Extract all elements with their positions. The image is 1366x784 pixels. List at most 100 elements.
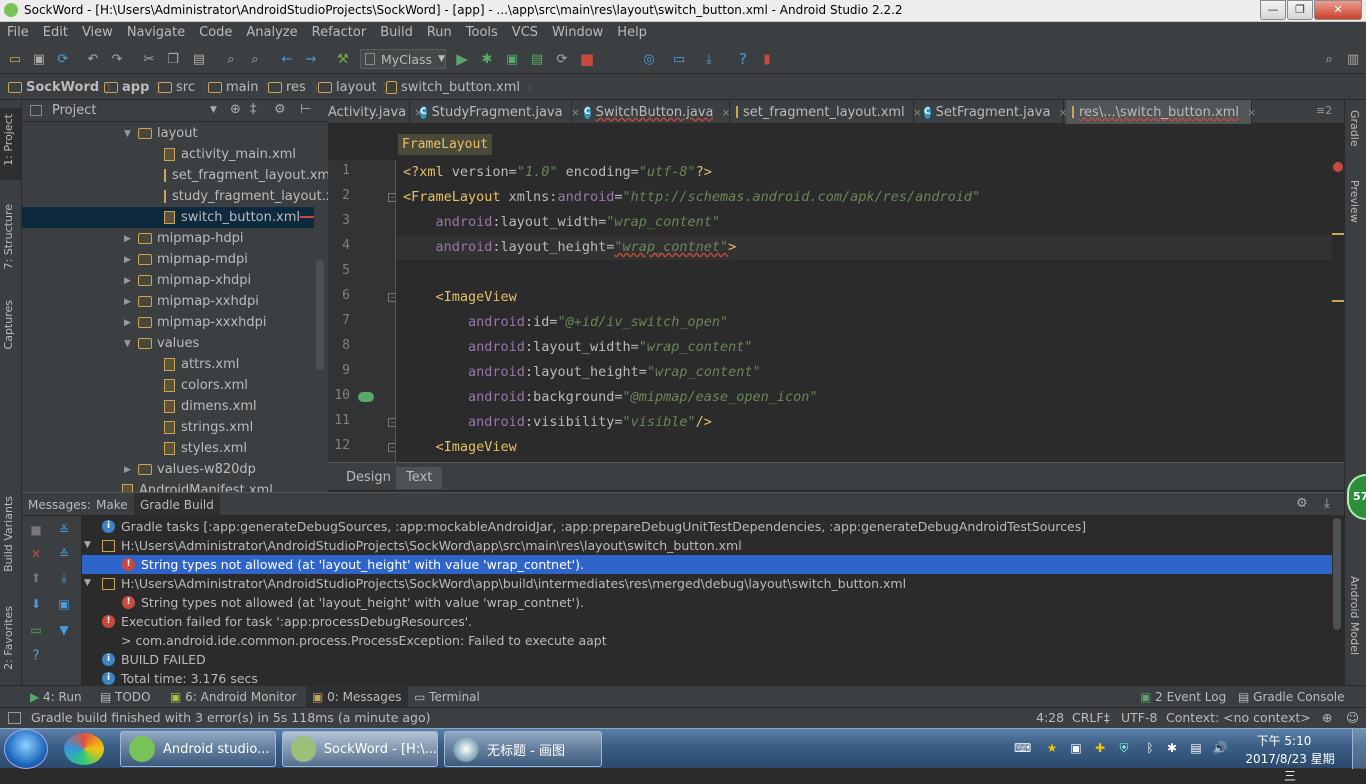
- error-indicator-icon[interactable]: [1333, 162, 1343, 172]
- chevron-right-icon[interactable]: ▶: [124, 255, 138, 265]
- taskbar-paint[interactable]: 无标题 - 画图: [444, 731, 602, 767]
- pinned-app-icon[interactable]: [64, 733, 104, 765]
- tree-folder[interactable]: ▶ mipmap-mdpi: [22, 249, 314, 270]
- tree-file[interactable]: colors.xml: [22, 375, 314, 396]
- menu-edit[interactable]: Edit: [36, 22, 75, 44]
- autoscroll-icon[interactable]: ▣: [50, 594, 78, 614]
- breadcrumb-res[interactable]: res 〉: [268, 78, 325, 97]
- gear-icon[interactable]: ⚙: [274, 102, 286, 117]
- network-icon[interactable]: ▤: [1188, 741, 1204, 757]
- tree-file[interactable]: dimens.xml: [22, 396, 314, 417]
- run-config-dropdown[interactable]: MyClass ▼: [360, 49, 446, 69]
- tree-folder[interactable]: ▼ layout: [22, 123, 314, 144]
- breadcrumb-layout[interactable]: layout 〉: [318, 78, 396, 97]
- paste-icon[interactable]: ▤: [190, 50, 208, 68]
- menu-refactor[interactable]: Refactor: [305, 22, 374, 44]
- tree-file[interactable]: attrs.xml: [22, 354, 314, 375]
- lock-icon[interactable]: ⊕: [1322, 710, 1332, 725]
- menu-view[interactable]: View: [75, 22, 120, 44]
- bluetooth-icon[interactable]: ᛒ: [1142, 741, 1158, 757]
- project-panel-title[interactable]: Project: [52, 103, 96, 118]
- sdk-manager-icon[interactable]: ◎: [640, 50, 658, 68]
- collapse-all-icon[interactable]: ‡: [250, 102, 257, 117]
- collapse-all-icon[interactable]: ≙: [50, 544, 78, 564]
- redo-icon[interactable]: ↷: [108, 50, 126, 68]
- caret-position[interactable]: 4:28: [1036, 710, 1064, 725]
- tab-activity-java[interactable]: Activity.java ×: [328, 100, 423, 124]
- tab-messages[interactable]: ▣ 0: Messages: [306, 686, 408, 708]
- tab-event-log[interactable]: ▣ 2 Event Log: [1134, 686, 1232, 708]
- scroll-from-source-icon[interactable]: ⊕: [230, 102, 241, 117]
- tabs-overflow-button[interactable]: ≡2: [1316, 104, 1332, 117]
- chevron-down-icon[interactable]: ▼: [210, 105, 217, 115]
- start-button[interactable]: [4, 729, 48, 769]
- code-editor[interactable]: <?xml version="1.0" encoding="utf-8"?> <F…: [396, 160, 1332, 462]
- tab-switch-button-xml[interactable]: res\...\switch_button.xml ×: [1066, 100, 1256, 124]
- tree-folder[interactable]: ▶ mipmap-hdpi: [22, 228, 314, 249]
- tree-file[interactable]: activity_main.xml: [22, 144, 314, 165]
- line-separator[interactable]: CRLF‡: [1072, 710, 1110, 725]
- tab-set-fragment-layout-xml[interactable]: set_fragment_layout.xml ×: [730, 100, 922, 124]
- apply-changes-icon[interactable]: ⟳: [553, 50, 571, 68]
- breadcrumb-src[interactable]: src 〉: [158, 78, 214, 97]
- menu-tools[interactable]: Tools: [459, 22, 505, 44]
- tab-gradle-console[interactable]: ▤ Gradle Console: [1232, 686, 1351, 708]
- help-icon[interactable]: ?: [734, 50, 752, 68]
- hector-icon[interactable]: ☺: [1346, 710, 1359, 725]
- hide-panel-icon[interactable]: ⤓: [1324, 496, 1330, 511]
- taskbar-time[interactable]: 下午 5:10: [1244, 732, 1324, 749]
- message-row[interactable]: ▼ H:\Users\Administrator\AndroidStudioPro…: [82, 536, 1332, 555]
- menu-file[interactable]: File: [0, 22, 36, 44]
- tab-gradle[interactable]: Gradle: [1348, 110, 1361, 147]
- help-icon[interactable]: ?: [22, 646, 50, 666]
- close-button[interactable]: ✕: [1314, 0, 1362, 20]
- close-icon[interactable]: ✕: [22, 544, 50, 564]
- menu-analyze[interactable]: Analyze: [239, 22, 304, 44]
- gear-icon[interactable]: ⚙: [1296, 496, 1308, 511]
- settings-icon[interactable]: ▥: [1344, 50, 1362, 68]
- star-icon[interactable]: ★: [1044, 741, 1060, 757]
- warning-mark[interactable]: [1332, 300, 1344, 302]
- minimize-button[interactable]: —: [1260, 0, 1286, 20]
- menu-build[interactable]: Build: [373, 22, 420, 44]
- back-icon[interactable]: ←: [278, 50, 296, 68]
- next-icon[interactable]: ⬇: [22, 594, 50, 614]
- debug-icon[interactable]: ✱: [478, 50, 496, 68]
- volume-icon[interactable]: 🔊: [1212, 741, 1228, 757]
- taskbar-date[interactable]: 2017/8/23 星期三: [1240, 750, 1340, 784]
- export-icon[interactable]: ⤓: [50, 568, 78, 588]
- expand-all-icon[interactable]: ≚: [50, 520, 78, 540]
- chevron-right-icon[interactable]: ▶: [124, 318, 138, 328]
- forward-icon[interactable]: →: [302, 50, 320, 68]
- chevron-down-icon[interactable]: ▼: [124, 129, 138, 139]
- chevron-down-icon[interactable]: ▼: [124, 339, 138, 349]
- message-row[interactable]: i Total time: 3.176 secs: [82, 669, 1332, 685]
- menu-code[interactable]: Code: [192, 22, 239, 44]
- network-share-icon[interactable]: ▣: [1068, 741, 1084, 757]
- tree-folder[interactable]: ▶ mipmap-xxhdpi: [22, 291, 314, 312]
- tree-file[interactable]: switch_button.xml: [22, 207, 314, 228]
- breadcrumb-file[interactable]: switch_button.xml 〉: [386, 78, 539, 97]
- message-row[interactable]: i Gradle tasks [:app:generateDebugSources…: [82, 517, 1332, 536]
- stop-icon[interactable]: ■: [578, 50, 596, 68]
- toggle-tool-windows-icon[interactable]: [8, 712, 21, 724]
- make-project-icon[interactable]: ⚒: [334, 50, 352, 68]
- chevron-right-icon[interactable]: ▶: [124, 297, 138, 307]
- undo-icon[interactable]: ↶: [84, 50, 102, 68]
- tree-file[interactable]: styles.xml: [22, 438, 314, 459]
- antivirus-icon[interactable]: ✱: [1164, 741, 1180, 757]
- find-icon[interactable]: ⌕: [222, 50, 240, 68]
- tab-build-variants[interactable]: Build Variants: [2, 496, 15, 572]
- menu-help[interactable]: Help: [610, 22, 654, 44]
- context-indicator[interactable]: Context: <no context>: [1166, 710, 1311, 725]
- tree-file[interactable]: AndroidManifest.xml: [22, 480, 314, 492]
- copy-icon[interactable]: ▭: [22, 620, 50, 640]
- tab-captures[interactable]: Captures: [2, 300, 15, 349]
- close-icon[interactable]: ×: [1247, 106, 1256, 119]
- chevron-right-icon[interactable]: ▶: [124, 234, 138, 244]
- message-row[interactable]: i BUILD FAILED: [82, 650, 1332, 669]
- taskbar-sockword[interactable]: SockWord - [H:\...: [282, 731, 438, 767]
- save-icon[interactable]: ▣: [30, 50, 48, 68]
- tab-make[interactable]: Make: [90, 493, 134, 517]
- stop-icon[interactable]: ■: [22, 520, 50, 540]
